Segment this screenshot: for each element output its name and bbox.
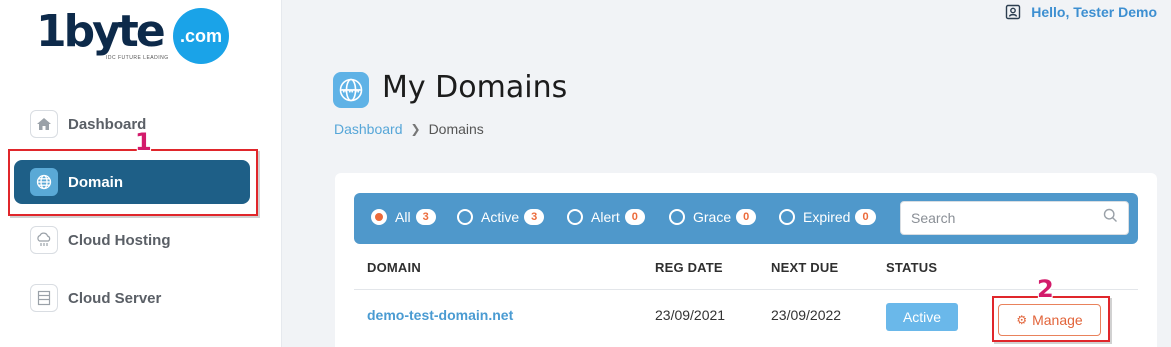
search-box[interactable] (900, 201, 1129, 235)
breadcrumb-current: Domains (428, 121, 484, 137)
column-header-status[interactable]: STATUS (886, 260, 937, 275)
filter-label: Active (481, 209, 520, 225)
filter-all[interactable]: All 3 (371, 209, 436, 225)
logo-tagline: IDC FUTURE LEADING (106, 55, 169, 61)
filter-label: Alert (591, 209, 620, 225)
sidebar-item-label: Cloud Server (68, 289, 162, 307)
step-marker-1: 1 (135, 128, 152, 156)
server-icon (30, 284, 58, 312)
sidebar-item-cloud-hosting[interactable]: Cloud Hosting (14, 218, 250, 262)
cloud-icon (30, 226, 58, 254)
reg-date-cell: 23/09/2021 (655, 307, 726, 323)
chevron-right-icon: ❯ (410, 122, 421, 136)
status-badge: Active (886, 303, 958, 331)
home-icon (30, 110, 58, 138)
breadcrumb-link-dashboard[interactable]: Dashboard (334, 121, 403, 137)
count-badge: 0 (736, 209, 757, 225)
table-header-divider (354, 289, 1138, 290)
www-globe-icon: www (333, 72, 369, 108)
column-header-domain[interactable]: DOMAIN (367, 260, 421, 275)
filter-label: Grace (693, 209, 732, 225)
filter-label: Expired (803, 209, 851, 225)
radio-all[interactable] (371, 209, 387, 225)
user-badge-icon (1005, 4, 1021, 20)
filter-expired[interactable]: Expired 0 (779, 209, 876, 225)
radio-expired[interactable] (779, 209, 795, 225)
sidebar-item-dashboard[interactable]: Dashboard (14, 102, 250, 146)
brand-logo[interactable]: 1byte .com IDC FUTURE LEADING (36, 8, 236, 70)
count-badge: 0 (855, 209, 876, 225)
logo-domain-circle: .com (173, 8, 229, 64)
highlight-box-domain (8, 149, 258, 216)
count-badge: 0 (624, 209, 645, 225)
step-marker-2: 2 (1037, 275, 1054, 303)
filter-bar: All 3 Active 3 Alert 0 Grace 0 Expired 0 (354, 193, 1138, 244)
column-header-next-due[interactable]: NEXT DUE (771, 260, 838, 275)
radio-grace[interactable] (669, 209, 685, 225)
page-title: My Domains (382, 70, 568, 105)
filter-label: All (395, 209, 411, 225)
radio-alert[interactable] (567, 209, 583, 225)
filter-grace[interactable]: Grace 0 (669, 209, 757, 225)
count-badge: 3 (415, 209, 436, 225)
column-header-reg-date[interactable]: REG DATE (655, 260, 723, 275)
domain-link[interactable]: demo-test-domain.net (367, 307, 513, 323)
logo-wordmark: 1byte (36, 6, 166, 57)
sidebar-item-label: Cloud Hosting (68, 231, 171, 249)
breadcrumb: Dashboard ❯ Domains (334, 121, 484, 137)
user-menu[interactable]: Hello, Tester Demo (1005, 4, 1157, 20)
sidebar-item-cloud-server[interactable]: Cloud Server (14, 276, 250, 320)
radio-active[interactable] (457, 209, 473, 225)
count-badge: 3 (524, 209, 545, 225)
user-greeting: Hello, Tester Demo (1031, 4, 1157, 20)
svg-text:www: www (342, 87, 360, 95)
search-input[interactable] (911, 210, 1103, 226)
filter-alert[interactable]: Alert 0 (567, 209, 645, 225)
search-icon[interactable] (1103, 208, 1118, 228)
filter-active[interactable]: Active 3 (457, 209, 545, 225)
next-due-cell: 23/09/2022 (771, 307, 842, 323)
